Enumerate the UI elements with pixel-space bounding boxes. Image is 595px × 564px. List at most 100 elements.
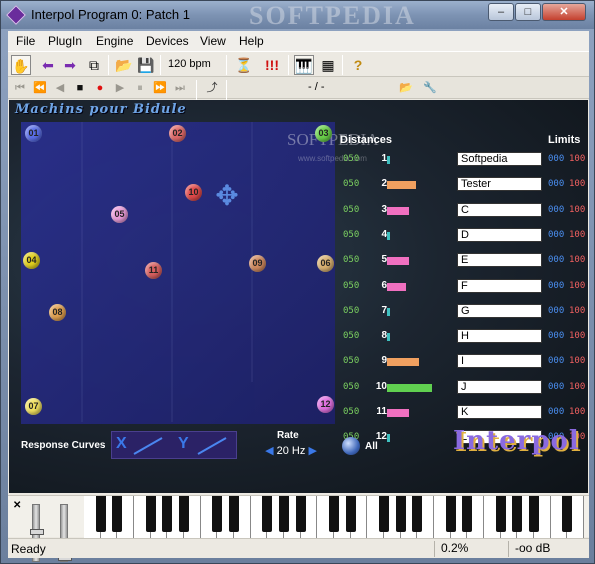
title-bar[interactable]: Interpol Program 0: Patch 1 SOFTPEDIA – … bbox=[1, 1, 594, 30]
row-name-field[interactable]: I bbox=[457, 354, 542, 369]
limit-high[interactable]: 100 bbox=[569, 179, 585, 189]
minimize-button[interactable]: – bbox=[488, 3, 514, 21]
limit-low[interactable]: 000 bbox=[548, 230, 564, 240]
ball-04[interactable]: 04 bbox=[23, 252, 40, 269]
limit-low[interactable]: 000 bbox=[548, 281, 564, 291]
ball-12[interactable]: 12 bbox=[317, 396, 334, 413]
response-curves-box[interactable]: X Y bbox=[111, 431, 237, 459]
xy-pad[interactable] bbox=[21, 122, 335, 424]
row-name-field[interactable]: E bbox=[457, 253, 542, 268]
curve-y-graph[interactable] bbox=[196, 436, 228, 456]
alert-icon[interactable]: !!! bbox=[262, 55, 282, 75]
stop-icon[interactable]: ■ bbox=[72, 80, 88, 96]
black-key[interactable] bbox=[295, 496, 306, 532]
black-key[interactable] bbox=[562, 496, 573, 532]
distance-value[interactable]: 050 bbox=[343, 331, 359, 341]
tempo-display[interactable]: 120 bpm bbox=[168, 58, 211, 70]
black-key[interactable] bbox=[529, 496, 539, 532]
menu-file[interactable]: File bbox=[16, 34, 35, 48]
limit-high[interactable]: 100 bbox=[569, 154, 585, 164]
black-key[interactable] bbox=[95, 496, 106, 532]
step-back-icon[interactable]: ◀ bbox=[52, 80, 68, 96]
black-key[interactable] bbox=[345, 496, 356, 532]
distance-value[interactable]: 050 bbox=[343, 205, 359, 215]
menu-plugin[interactable]: PlugIn bbox=[48, 34, 82, 48]
row-name-field[interactable]: F bbox=[457, 278, 542, 293]
pause-icon[interactable]: ⏸ bbox=[132, 80, 148, 96]
black-key[interactable] bbox=[462, 496, 473, 532]
piano-icon[interactable]: 🎹 bbox=[294, 55, 314, 75]
distance-value[interactable]: 050 bbox=[343, 230, 359, 240]
fast-forward-icon[interactable]: ⏩ bbox=[152, 80, 168, 96]
black-key[interactable] bbox=[212, 496, 223, 532]
row-name-field[interactable]: K bbox=[457, 405, 542, 419]
black-key[interactable] bbox=[229, 496, 239, 532]
ball-09[interactable]: 09 bbox=[249, 255, 266, 272]
ball-02[interactable]: 02 bbox=[169, 125, 186, 142]
limit-low[interactable]: 000 bbox=[548, 407, 564, 417]
limit-low[interactable]: 000 bbox=[548, 255, 564, 265]
ball-05[interactable]: 05 bbox=[111, 206, 128, 223]
rewind-start-icon[interactable]: ⏮ bbox=[12, 80, 28, 96]
close-keyboard-icon[interactable]: ✕ bbox=[13, 500, 21, 511]
distance-value[interactable]: 050 bbox=[343, 407, 359, 417]
copy-icon[interactable]: ⧉ bbox=[84, 55, 104, 75]
distance-value[interactable]: 050 bbox=[343, 356, 359, 366]
limit-high[interactable]: 100 bbox=[569, 306, 585, 316]
black-key[interactable] bbox=[145, 496, 156, 532]
forward-end-icon[interactable]: ⏭ bbox=[172, 80, 188, 96]
black-key[interactable] bbox=[279, 496, 289, 532]
metronome-icon[interactable]: ⏳ bbox=[234, 55, 254, 75]
black-key[interactable] bbox=[179, 496, 189, 532]
distance-value[interactable]: 050 bbox=[343, 179, 359, 189]
black-key[interactable] bbox=[162, 496, 173, 532]
distance-value[interactable]: 050 bbox=[343, 306, 359, 316]
move-cross-icon[interactable]: ✥ bbox=[207, 176, 247, 216]
back-arrow-icon[interactable]: ⬅ bbox=[38, 55, 58, 75]
limit-high[interactable]: 100 bbox=[569, 281, 585, 291]
limit-low[interactable]: 000 bbox=[548, 154, 564, 164]
limit-high[interactable]: 100 bbox=[569, 331, 585, 341]
close-button[interactable]: ✕ bbox=[542, 3, 586, 21]
ball-08[interactable]: 08 bbox=[49, 304, 66, 321]
limit-high[interactable]: 100 bbox=[569, 255, 585, 265]
black-key[interactable] bbox=[495, 496, 506, 532]
limit-low[interactable]: 000 bbox=[548, 306, 564, 316]
black-key[interactable] bbox=[445, 496, 456, 532]
ball-03[interactable]: 03 bbox=[315, 125, 332, 142]
app-icon[interactable] bbox=[6, 5, 26, 25]
row-name-field[interactable]: C bbox=[457, 202, 542, 217]
ball-10[interactable]: 10 bbox=[185, 184, 202, 201]
ball-11[interactable]: 11 bbox=[145, 262, 162, 279]
ball-06[interactable]: 06 bbox=[317, 255, 334, 272]
row-name-field[interactable]: D bbox=[457, 227, 542, 242]
ball-01[interactable]: 01 bbox=[25, 125, 42, 142]
rewind-icon[interactable]: ⏪ bbox=[32, 80, 48, 96]
black-key[interactable] bbox=[512, 496, 523, 532]
limit-high[interactable]: 100 bbox=[569, 205, 585, 215]
row-name-field[interactable]: H bbox=[457, 329, 542, 344]
loop-icon[interactable]: ⤴ bbox=[204, 80, 220, 96]
limit-low[interactable]: 000 bbox=[548, 205, 564, 215]
black-key[interactable] bbox=[395, 496, 406, 532]
menu-help[interactable]: Help bbox=[239, 34, 264, 48]
maximize-button[interactable]: □ bbox=[515, 3, 541, 21]
limit-low[interactable]: 000 bbox=[548, 382, 564, 392]
rate-decrease-icon[interactable]: ◀ bbox=[265, 445, 273, 457]
all-button[interactable] bbox=[342, 437, 360, 455]
ball-07[interactable]: 07 bbox=[25, 398, 42, 415]
menu-engine[interactable]: Engine bbox=[96, 34, 133, 48]
distance-value[interactable]: 050 bbox=[343, 255, 359, 265]
row-name-field[interactable]: Softpedia bbox=[457, 152, 542, 166]
open-folder-icon[interactable]: 📂 bbox=[114, 55, 134, 75]
limit-high[interactable]: 100 bbox=[569, 356, 585, 366]
limit-low[interactable]: 000 bbox=[548, 331, 564, 341]
black-key[interactable] bbox=[412, 496, 423, 532]
play-icon[interactable]: ▶ bbox=[112, 80, 128, 96]
limit-low[interactable]: 000 bbox=[548, 179, 564, 189]
black-key[interactable] bbox=[112, 496, 123, 532]
record-icon[interactable]: ● bbox=[92, 80, 108, 96]
settings-icon[interactable]: 🔧 bbox=[422, 80, 438, 96]
row-name-field[interactable]: G bbox=[457, 303, 542, 318]
slider-thumb[interactable] bbox=[30, 529, 44, 535]
